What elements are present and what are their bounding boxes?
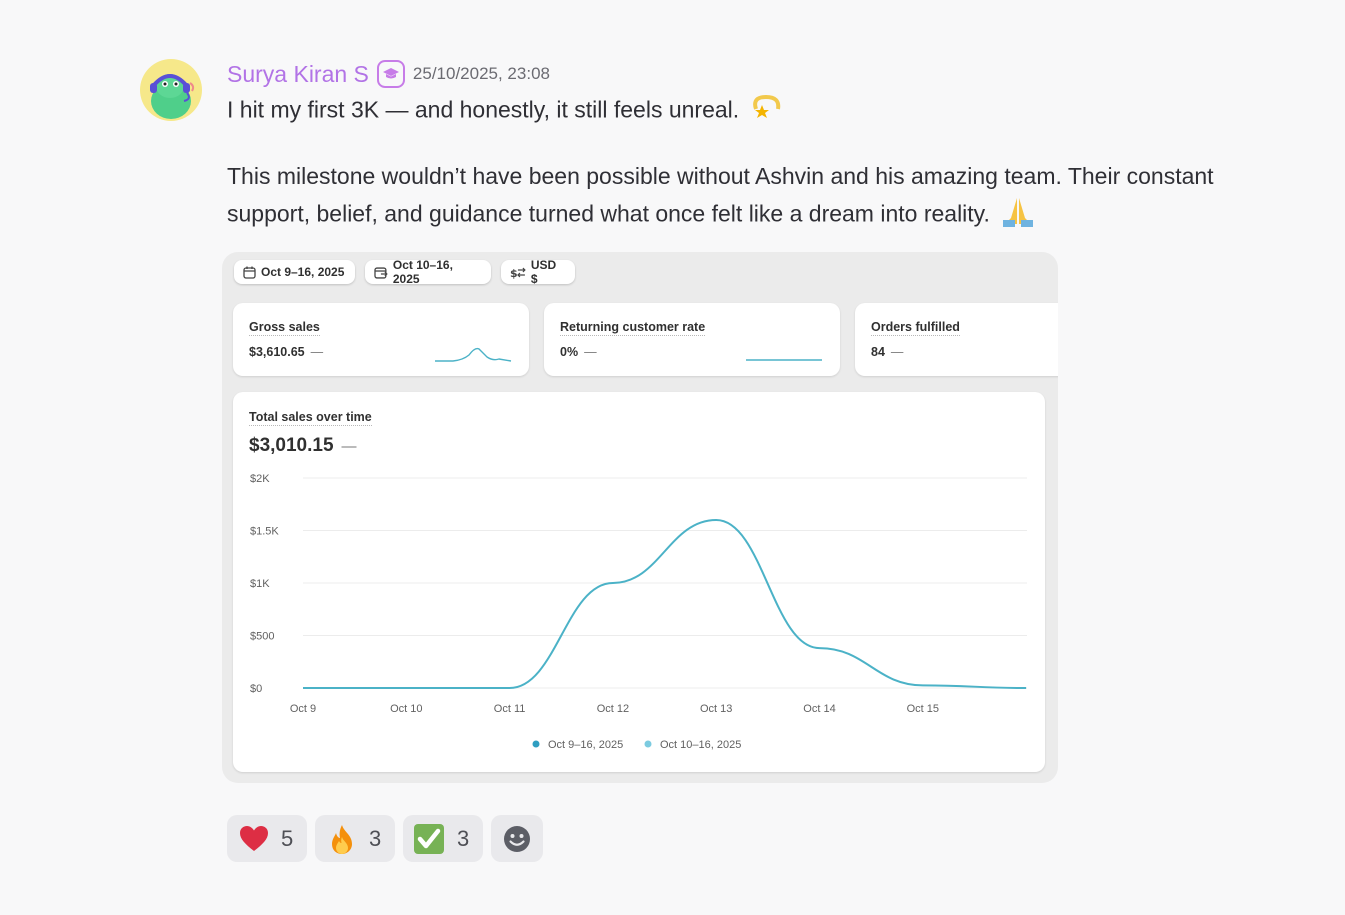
reaction-heart[interactable]: 5: [227, 815, 307, 862]
y-tick-label: $2K: [250, 473, 270, 485]
currency-pill: $ USD $: [501, 258, 575, 286]
message-header: Surya Kiran S 25/10/2025, 23:08: [227, 58, 550, 90]
kpi-card-gross-sales: Gross sales $3,610.65 —: [233, 303, 529, 376]
x-tick-label: Oct 12: [597, 703, 629, 715]
message-line-1: I hit my first 3K — and honestly, it sti…: [227, 91, 784, 132]
dizzy-star-emoji-icon: [750, 91, 784, 132]
compare-range-label: Oct 10–16, 2025: [392, 258, 453, 286]
kpi-value: 84 —: [871, 345, 903, 359]
kpi-card-orders-fulfilled: Orders fulfilled 84 —: [855, 303, 1058, 376]
legend-dot: [532, 740, 540, 748]
add-reaction-icon: [504, 825, 530, 852]
fire-icon: [332, 824, 352, 854]
legend-label: Oct 9–16, 2025: [548, 739, 623, 751]
message-text-1: I hit my first 3K — and honestly, it sti…: [227, 96, 740, 123]
check-mark-icon: [414, 823, 444, 854]
kpi-value-text: $3,610.65: [249, 345, 305, 359]
date-range-label: Oct 9–16, 2025: [261, 265, 345, 279]
total-sales-line-chart: $0 $500 $1K $1.5K $2K Oct 9 Oct 10 Oct 11 Oct 12…: [250, 473, 1027, 751]
x-tick-label: Oct 10: [390, 703, 422, 715]
sales-dashboard-screenshot[interactable]: Oct 9–16, 2025 Oct 10–16, 2025 $ USD $ G…: [222, 252, 1058, 783]
avatar[interactable]: [140, 59, 202, 121]
date-range-pill: Oct 9–16, 2025: [234, 260, 355, 284]
currency-label: USD $: [530, 258, 557, 286]
message-line-3: support, belief, and guidance turned wha…: [227, 194, 1036, 237]
calendar-icon: [243, 266, 256, 279]
folded-hands-emoji-icon: [1000, 194, 1036, 237]
kpi-title: Returning customer rate: [560, 320, 706, 336]
add-reaction-button[interactable]: [491, 815, 543, 862]
heart-icon: [240, 825, 268, 851]
y-tick-label: $1K: [250, 578, 270, 590]
kpi-value-text: 84: [871, 345, 885, 359]
message-text-3: support, belief, and guidance turned wha…: [227, 200, 990, 227]
x-tick-label: Oct 11: [494, 703, 526, 715]
kpi-value: $3,610.65 —: [249, 345, 323, 359]
kpi-card-returning-customer-rate: Returning customer rate 0% —: [544, 303, 840, 376]
kpi-trend: —: [310, 345, 324, 359]
x-tick-label: Oct 15: [907, 703, 939, 715]
currency-exchange-icon: $: [510, 266, 526, 279]
y-tick-label: $0: [250, 683, 262, 695]
x-tick-label: Oct 9: [290, 703, 316, 715]
svg-text:$: $: [510, 266, 518, 278]
reaction-check-mark[interactable]: 3: [403, 815, 483, 862]
series-line: [303, 518, 1027, 689]
x-tick-label: Oct 14: [803, 703, 835, 715]
y-tick-label: $500: [250, 631, 274, 643]
username[interactable]: Surya Kiran S: [227, 61, 369, 88]
kpi-value-text: 0%: [560, 345, 579, 359]
kpi-trend: —: [584, 345, 597, 359]
kpi-value: 0% —: [560, 345, 597, 359]
message-line-2: This milestone wouldn’t have been possib…: [227, 163, 1214, 189]
timestamp[interactable]: 25/10/2025, 23:08: [413, 64, 550, 84]
graduation-cap-badge-icon[interactable]: [376, 60, 405, 88]
y-tick-label: $1.5K: [250, 526, 279, 538]
x-tick-label: Oct 13: [700, 703, 732, 715]
compare-range-pill: Oct 10–16, 2025: [365, 258, 491, 286]
reaction-fire[interactable]: 3: [315, 815, 395, 862]
kpi-trend: —: [890, 345, 904, 359]
total-sales-chart-card: Total sales over time $3,010.15— $0 $500 $…: [233, 392, 1045, 772]
calendar-compare-icon: [374, 266, 388, 279]
kpi-title: Gross sales: [249, 320, 320, 336]
reaction-count: 3: [369, 825, 382, 851]
legend-dot: [644, 740, 652, 748]
reaction-count: 3: [457, 825, 470, 851]
returning-rate-sparkline: [746, 359, 822, 361]
gross-sales-sparkline: [435, 347, 512, 362]
legend-label: Oct 10–16, 2025: [660, 739, 741, 751]
reaction-count: 5: [281, 825, 294, 851]
kpi-title: Orders fulfilled: [871, 320, 960, 336]
avatar-image: [140, 59, 202, 121]
